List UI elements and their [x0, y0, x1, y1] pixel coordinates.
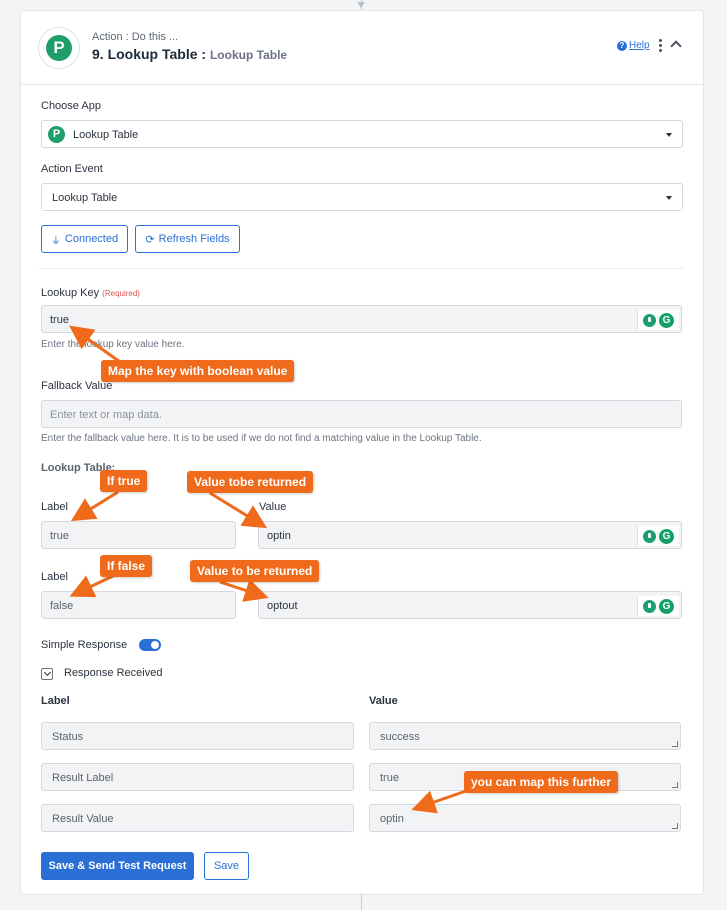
suggestion-icon[interactable]	[643, 599, 656, 613]
response-value-header: Value	[369, 695, 398, 707]
fallback-label: Fallback Value	[41, 380, 113, 392]
response-value-field[interactable]: success	[369, 722, 681, 750]
plug-icon: ⏚	[50, 235, 61, 247]
lookup-key-value: true	[50, 314, 69, 326]
fallback-hint: Enter the fallback value here. It is to …	[41, 433, 482, 444]
lookup-row-label-input[interactable]: false	[41, 591, 236, 619]
grammarly-icon[interactable]: G	[659, 312, 674, 328]
step-title-text: 9. Lookup Table :	[92, 46, 207, 62]
section-divider	[38, 268, 684, 269]
callout-value-false: Value to be returned	[190, 560, 320, 582]
save-send-test-button[interactable]: Save & Send Test Request	[41, 852, 194, 880]
response-value-field[interactable]: optin	[369, 804, 681, 832]
lookup-row-value-input[interactable]: optin G	[258, 521, 682, 549]
response-received-title: Response Received	[64, 667, 163, 679]
response-label-field: Result Label	[41, 763, 354, 791]
callout-map-further: you can map this further	[464, 771, 619, 793]
help-icon: ?	[617, 40, 627, 51]
choose-app-value: Lookup Table	[73, 129, 139, 141]
save-button[interactable]: Save	[204, 852, 249, 880]
collapse-chevron-icon[interactable]	[670, 40, 682, 52]
fallback-placeholder: Enter text or map data.	[50, 409, 162, 421]
step-subtitle: Action : Do this ...	[92, 31, 179, 43]
lookup-row-value: optout	[267, 600, 298, 612]
step-header[interactable]: P Action : Do this ... 9. Lookup Table :…	[21, 11, 703, 85]
resize-handle-icon[interactable]	[672, 741, 678, 747]
lookup-key-input[interactable]: true G	[41, 305, 682, 333]
choose-app-select[interactable]: P Lookup Table	[41, 120, 683, 148]
lookup-row-label: false	[50, 600, 74, 612]
callout-if-false: If false	[100, 555, 153, 577]
lookup-key-label-text: Lookup Key	[41, 287, 100, 299]
chevron-down-icon	[357, 2, 365, 8]
simple-response-toggle[interactable]	[139, 639, 161, 651]
choose-app-label: Choose App	[41, 100, 101, 112]
callout-map-key: Map the key with boolean value	[101, 360, 295, 382]
action-event-select[interactable]: Lookup Table	[41, 183, 683, 211]
app-logo: P	[38, 27, 80, 69]
flow-connector-bottom	[361, 893, 362, 910]
refresh-fields-label: Refresh Fields	[158, 233, 230, 245]
help-label: Help	[629, 40, 650, 51]
refresh-icon: ⟳	[145, 233, 155, 246]
lookup-label-header-2: Label	[41, 571, 68, 583]
field-tools: G	[637, 526, 679, 546]
response-value: true	[380, 772, 399, 784]
grammarly-icon[interactable]: G	[659, 598, 674, 614]
action-event-value: Lookup Table	[52, 192, 118, 204]
grammarly-icon[interactable]: G	[659, 528, 674, 544]
resize-handle-icon[interactable]	[672, 823, 678, 829]
lookup-table-app-icon: P	[48, 126, 65, 143]
suggestion-icon[interactable]	[643, 313, 656, 327]
caret-down-icon	[666, 133, 672, 137]
required-badge: (Required)	[102, 289, 140, 298]
more-options-icon[interactable]	[659, 39, 663, 53]
lookup-row-label: true	[50, 530, 69, 542]
lookup-value-header: Value	[259, 501, 287, 513]
lookup-key-hint: Enter the lookup key value here.	[41, 339, 185, 350]
fallback-input[interactable]: Enter text or map data.	[41, 400, 682, 428]
help-link[interactable]: ? Help	[617, 40, 650, 51]
callout-if-true: If true	[100, 470, 148, 492]
field-tools: G	[637, 310, 679, 330]
suggestion-icon[interactable]	[643, 529, 656, 543]
response-label: Status	[52, 731, 84, 743]
step-title-app: Lookup Table	[209, 48, 288, 62]
connected-button[interactable]: ⏚ Connected	[41, 225, 128, 253]
response-label-header: Label	[41, 695, 70, 707]
response-label: Result Value	[52, 813, 114, 825]
resize-handle-icon[interactable]	[672, 782, 678, 788]
response-label-field: Status	[41, 722, 354, 750]
lookup-row-value: optin	[267, 530, 291, 542]
connected-label: Connected	[64, 233, 119, 245]
refresh-fields-button[interactable]: ⟳ Refresh Fields	[135, 225, 240, 253]
action-event-label: Action Event	[41, 163, 103, 175]
step-title: 9. Lookup Table : Lookup Table	[92, 46, 287, 62]
response-label: Result Label	[52, 772, 114, 784]
caret-down-icon	[666, 196, 672, 200]
expand-chevron-icon[interactable]	[41, 668, 53, 680]
lookup-key-label: Lookup Key (Required)	[41, 287, 140, 299]
lookup-label-header: Label	[41, 501, 68, 513]
lookup-row-value-input[interactable]: optout G	[258, 591, 682, 619]
simple-response-label: Simple Response	[41, 639, 128, 651]
response-value: optin	[380, 813, 404, 825]
callout-value-true: Value tobe returned	[187, 471, 314, 493]
response-label-field: Result Value	[41, 804, 354, 832]
lookup-row-label-input[interactable]: true	[41, 521, 236, 549]
response-value: success	[380, 731, 420, 743]
field-tools: G	[637, 596, 679, 616]
